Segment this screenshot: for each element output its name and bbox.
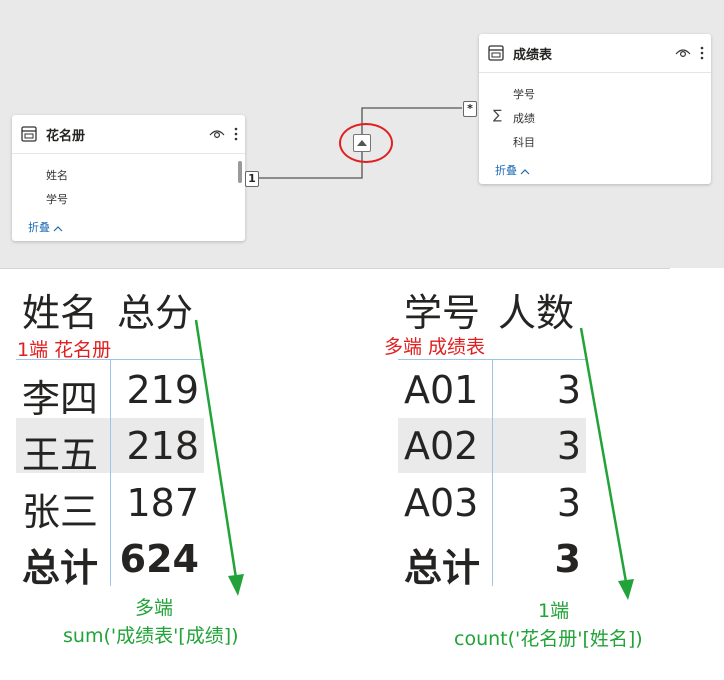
sum-icon: ∑ [493, 108, 502, 123]
scores-card-header: 成绩表 [479, 34, 711, 73]
highlight-circle [339, 123, 393, 163]
eye-icon[interactable] [675, 47, 691, 59]
table-row-value[interactable]: 187 [114, 481, 199, 525]
right-header-count[interactable]: 人数 [498, 282, 574, 337]
scores-table-card[interactable]: 成绩表 学号 ∑ 成绩 科目 折叠 [479, 34, 711, 184]
table-row-value[interactable]: 3 [496, 368, 581, 412]
right-note: 多端 成绩表 [384, 336, 486, 358]
roster-collapse-button[interactable]: 折叠 [28, 219, 63, 235]
table-row-value[interactable]: 219 [114, 368, 199, 412]
more-options-icon[interactable] [233, 125, 239, 143]
left-header-total[interactable]: 总分 [117, 282, 193, 337]
total-value: 624 [119, 537, 199, 581]
left-column-divider [110, 360, 111, 586]
right-annotation-side: 1端 [538, 600, 570, 622]
eye-icon[interactable] [209, 128, 225, 140]
right-annotation-formula: count('花名册'[姓名]) [454, 628, 643, 650]
scores-collapse-button[interactable]: 折叠 [495, 162, 530, 178]
scores-field-id[interactable]: 学号 [513, 86, 535, 102]
more-options-icon[interactable] [699, 44, 705, 62]
scores-table-title: 成绩表 [513, 48, 553, 63]
table-row-name[interactable]: 张三 [22, 481, 98, 536]
table-row-value[interactable]: 3 [496, 424, 581, 468]
table-icon [488, 45, 504, 61]
right-arrow-line [579, 327, 628, 583]
roster-table-card[interactable]: 花名册 姓名 学号 折叠 [12, 115, 245, 241]
table-row-name[interactable]: 王五 [22, 424, 98, 479]
left-note: 1端 花名册 [17, 339, 112, 361]
roster-field-name[interactable]: 姓名 [46, 167, 68, 183]
left-header-name[interactable]: 姓名 [22, 282, 98, 337]
left-arrowhead [228, 574, 244, 596]
total-value: 3 [554, 537, 581, 581]
right-column-divider [492, 360, 493, 586]
chevron-up-icon [520, 169, 530, 175]
cardinality-many-label: * [463, 101, 477, 117]
cardinality-one-label: 1 [245, 171, 259, 187]
table-row-name[interactable]: A02 [404, 424, 478, 468]
table-row-value[interactable]: 218 [114, 424, 199, 468]
table-row-name[interactable]: A03 [404, 481, 478, 525]
right-arrowhead [618, 579, 634, 600]
roster-table-title: 花名册 [46, 129, 86, 144]
left-annotation-formula: sum('成绩表'[成绩]) [63, 625, 239, 647]
roster-field-id[interactable]: 学号 [46, 191, 68, 207]
roster-card-header: 花名册 [12, 115, 245, 154]
right-header-id[interactable]: 学号 [404, 282, 480, 337]
scores-field-score[interactable]: 成绩 [513, 110, 535, 126]
chevron-up-icon [53, 226, 63, 232]
total-label: 总计 [404, 546, 481, 590]
table-row-value[interactable]: 3 [496, 481, 581, 525]
table-icon [21, 126, 37, 142]
roster-scrollbar[interactable] [238, 161, 242, 183]
table-row-name[interactable]: A01 [404, 368, 478, 412]
left-annotation-side: 多端 [135, 597, 174, 619]
total-label: 总计 [22, 546, 99, 590]
divider [0, 268, 670, 269]
scores-field-subject[interactable]: 科目 [513, 134, 535, 150]
table-row-name[interactable]: 李四 [22, 368, 98, 423]
